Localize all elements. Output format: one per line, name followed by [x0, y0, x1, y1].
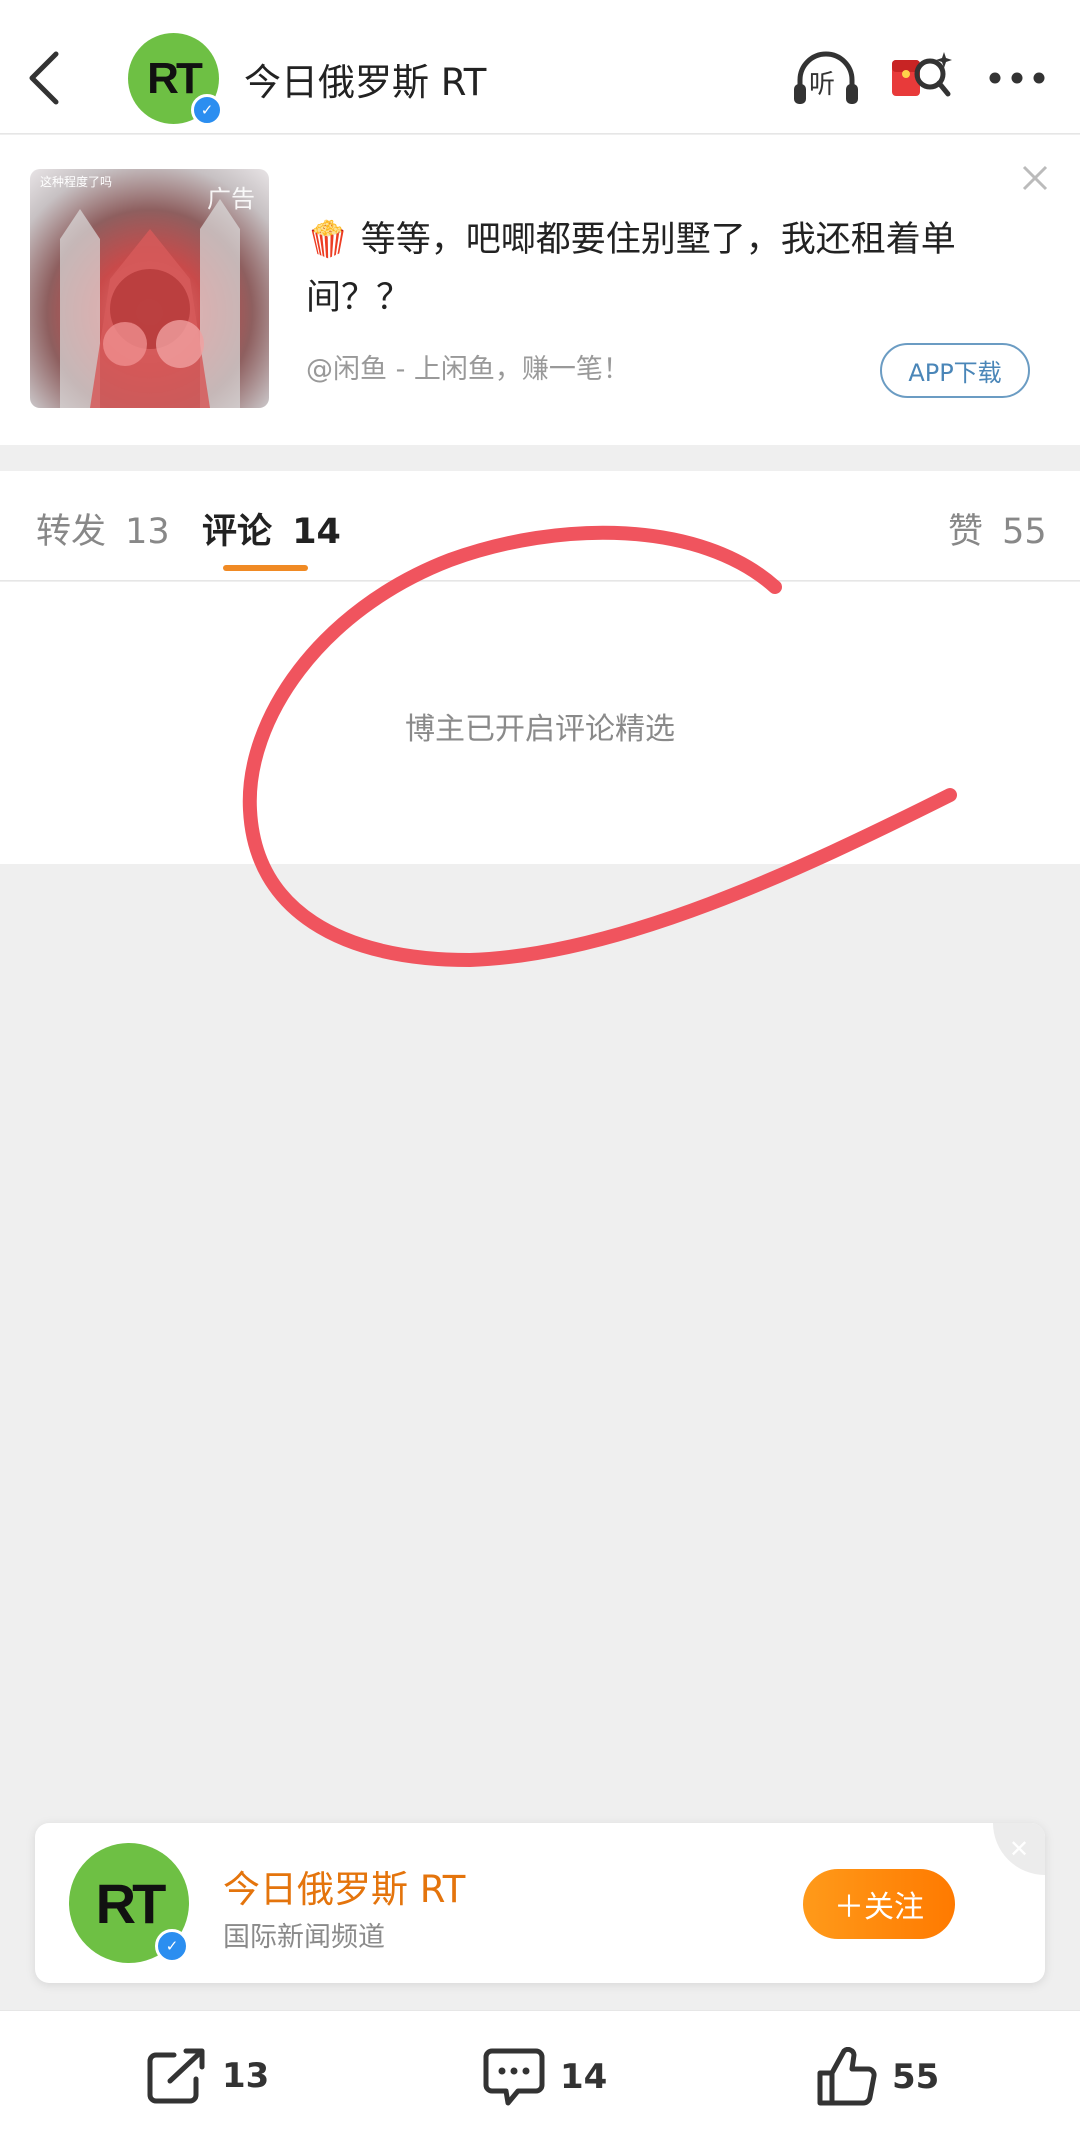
avatar-logo-text: RT	[147, 53, 203, 103]
ad-source: @闲鱼 - 上闲鱼，赚一笔！	[306, 354, 630, 385]
tab-comments[interactable]: 评论 14	[202, 503, 341, 554]
close-icon[interactable]	[1020, 163, 1050, 193]
verified-badge-icon: ✓	[191, 94, 223, 126]
back-chevron-icon[interactable]	[22, 48, 72, 108]
comment-button[interactable]: 14	[482, 2047, 607, 2107]
page-title[interactable]: 今日俄罗斯 RT	[244, 52, 486, 106]
bottom-action-bar: 13 14 55	[0, 2010, 1080, 2135]
ad-badge: 广告	[207, 185, 255, 213]
comment-icon	[483, 2048, 545, 2106]
tab-count: 55	[1002, 512, 1047, 552]
account-description: 国际新闻频道	[223, 1922, 385, 1953]
comments-curated-notice: 博主已开启评论精选	[405, 712, 675, 747]
tab-count: 14	[292, 512, 341, 552]
ad-card[interactable]: 这种程度了吗 广告 🍿 等等，吧唧都要住别墅了，我还租着单间？？ @闲鱼 - 上…	[0, 135, 1080, 445]
avatar-logo-text: RT	[95, 1871, 167, 1935]
verified-badge-icon: ✓	[155, 1929, 189, 1963]
tab-bar: 转发 13 评论 14 赞 55	[0, 471, 1080, 581]
avatar[interactable]: RT ✓	[128, 33, 223, 126]
red-packet-icon[interactable]	[888, 46, 954, 110]
follow-card[interactable]: RT ✓ 今日俄罗斯 RT 国际新闻频道 ＋关注 ✕	[35, 1823, 1045, 1983]
like-count: 55	[892, 2057, 940, 2097]
ad-image-caption: 这种程度了吗	[40, 175, 113, 189]
headphones-listen-icon[interactable]: 听	[790, 46, 862, 110]
ad-headline[interactable]: 🍿 等等，吧唧都要住别墅了，我还租着单间？？	[306, 211, 1026, 327]
tab-reposts[interactable]: 转发 13	[36, 503, 170, 554]
like-button[interactable]: 55	[816, 2047, 939, 2107]
tab-likes[interactable]: 赞 55	[948, 503, 1047, 554]
comment-list: 博主已开启评论精选	[0, 582, 1080, 864]
top-nav-bar: RT ✓ 今日俄罗斯 RT 听	[0, 0, 1080, 134]
follow-button[interactable]: ＋关注	[803, 1869, 955, 1939]
repost-count: 13	[222, 2056, 270, 2096]
comment-count: 14	[560, 2057, 608, 2097]
page: RT ✓ 今日俄罗斯 RT 听 这种程度了吗 广告 🍿 等等，吧唧都要住别墅了，…	[0, 0, 1080, 2135]
tab-count: 13	[125, 512, 170, 552]
tab-label: 赞	[948, 512, 984, 552]
active-tab-indicator	[223, 565, 308, 571]
listen-label: 听	[809, 70, 836, 100]
avatar[interactable]: RT ✓	[69, 1843, 189, 1963]
tab-label: 转发	[36, 512, 107, 552]
share-icon	[147, 2048, 205, 2104]
tab-label: 评论	[202, 512, 273, 552]
account-name[interactable]: 今日俄罗斯 RT	[223, 1859, 465, 1913]
repost-button[interactable]: 13	[146, 2047, 269, 2105]
thumbs-up-icon	[817, 2047, 877, 2106]
close-icon[interactable]: ✕	[993, 1823, 1045, 1875]
ad-image[interactable]: 这种程度了吗 广告	[30, 169, 269, 408]
app-download-button[interactable]: APP下载	[880, 343, 1030, 398]
more-icon[interactable]	[984, 46, 1050, 110]
